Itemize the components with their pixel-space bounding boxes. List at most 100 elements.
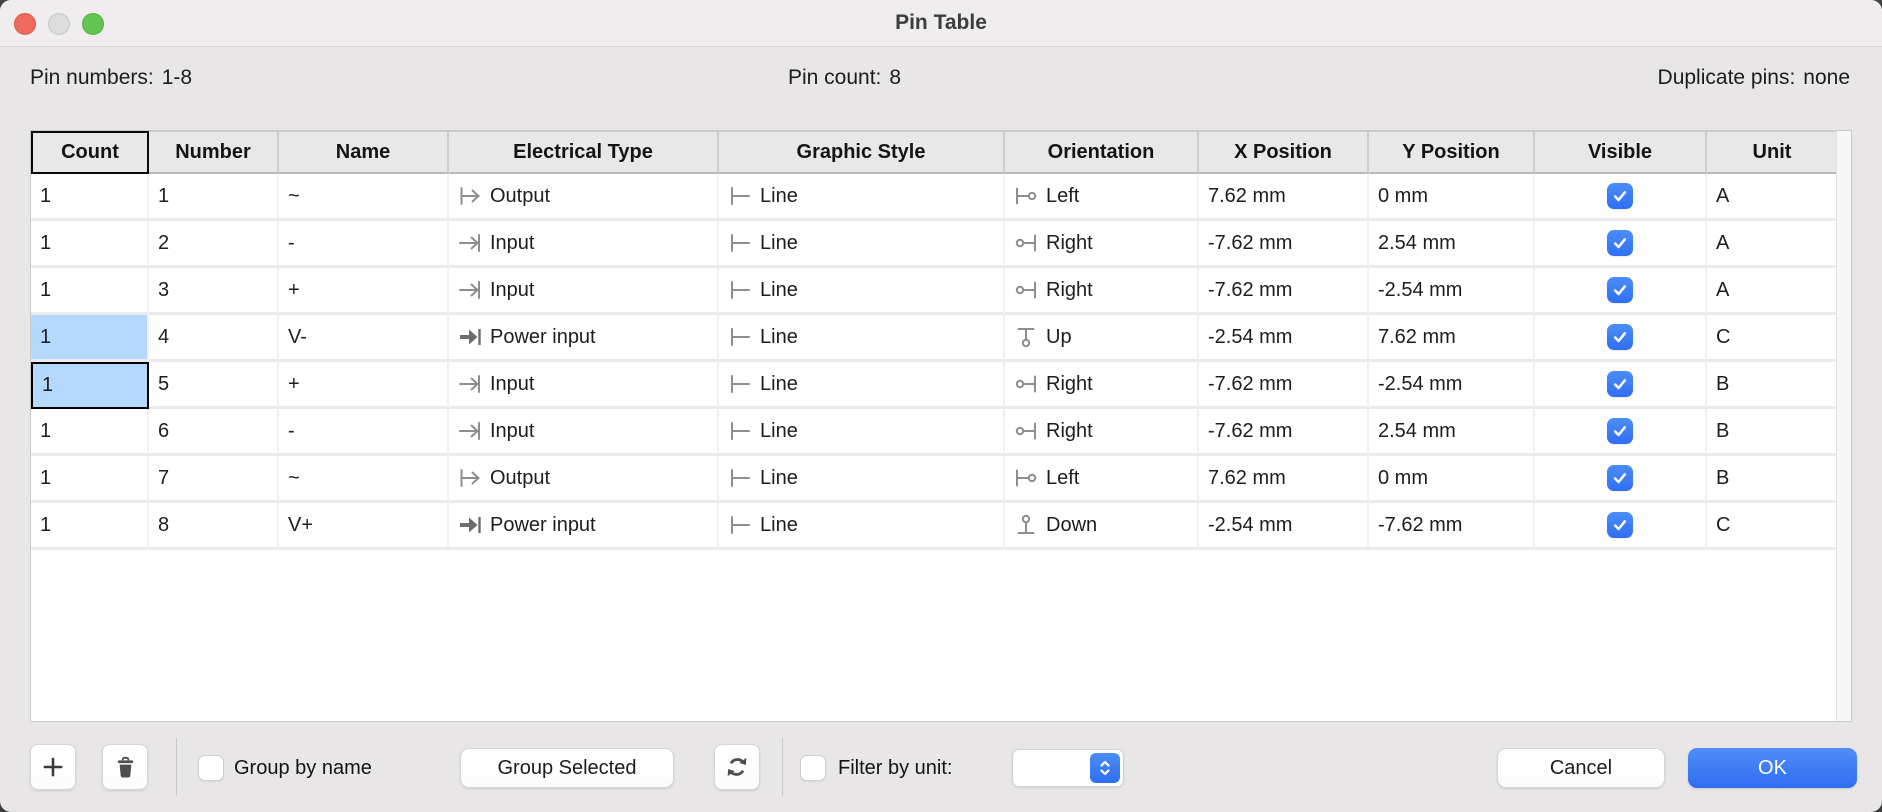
delete-pin-button[interactable] xyxy=(102,744,148,790)
visible-cell[interactable] xyxy=(1535,174,1707,221)
x-position-cell[interactable]: -7.62 mm xyxy=(1199,221,1369,268)
electrical-type-cell[interactable]: Output xyxy=(449,456,719,503)
visible-cell[interactable] xyxy=(1535,362,1707,409)
add-pin-button[interactable] xyxy=(30,744,76,790)
electrical-type-cell[interactable]: Input xyxy=(449,268,719,315)
group-by-name-checkbox[interactable] xyxy=(198,755,224,781)
number-cell[interactable]: 2 xyxy=(149,221,279,268)
y-position-cell[interactable]: 7.62 mm xyxy=(1369,315,1535,362)
number-cell[interactable]: 8 xyxy=(149,503,279,550)
number-cell[interactable]: 7 xyxy=(149,456,279,503)
graphic-style-cell[interactable]: Line xyxy=(719,409,1005,456)
count-cell[interactable]: 1 xyxy=(31,315,149,362)
visible-checkbox[interactable] xyxy=(1607,230,1633,256)
name-cell[interactable]: + xyxy=(279,362,449,409)
title-bar[interactable]: Pin Table xyxy=(0,0,1882,47)
group-selected-button[interactable]: Group Selected xyxy=(460,748,674,788)
number-cell[interactable]: 3 xyxy=(149,268,279,315)
unit-cell[interactable]: C xyxy=(1707,503,1839,550)
y-position-cell[interactable]: 2.54 mm xyxy=(1369,221,1535,268)
refresh-button[interactable] xyxy=(714,744,760,790)
graphic-style-cell[interactable]: Line xyxy=(719,221,1005,268)
number-cell[interactable]: 1 xyxy=(149,174,279,221)
graphic-style-cell[interactable]: Line xyxy=(719,503,1005,550)
number-cell[interactable]: 4 xyxy=(149,315,279,362)
column-header-graphic-style[interactable]: Graphic Style xyxy=(719,131,1005,174)
count-cell[interactable]: 1 xyxy=(31,174,149,221)
orientation-cell[interactable]: Left xyxy=(1005,456,1199,503)
unit-cell[interactable]: A xyxy=(1707,268,1839,315)
visible-checkbox[interactable] xyxy=(1607,277,1633,303)
visible-checkbox[interactable] xyxy=(1607,324,1633,350)
x-position-cell[interactable]: -7.62 mm xyxy=(1199,362,1369,409)
filter-by-unit-checkbox[interactable] xyxy=(800,755,826,781)
visible-cell[interactable] xyxy=(1535,221,1707,268)
visible-cell[interactable] xyxy=(1535,503,1707,550)
visible-checkbox[interactable] xyxy=(1607,418,1633,444)
unit-cell[interactable]: B xyxy=(1707,362,1839,409)
graphic-style-cell[interactable]: Line xyxy=(719,174,1005,221)
x-position-cell[interactable]: 7.62 mm xyxy=(1199,456,1369,503)
number-cell[interactable]: 5 xyxy=(149,362,279,409)
y-position-cell[interactable]: 0 mm xyxy=(1369,456,1535,503)
unit-filter-dropdown[interactable] xyxy=(1012,749,1124,787)
unit-cell[interactable]: C xyxy=(1707,315,1839,362)
count-cell[interactable]: 1 xyxy=(31,362,149,409)
visible-cell[interactable] xyxy=(1535,456,1707,503)
orientation-cell[interactable]: Left xyxy=(1005,174,1199,221)
x-position-cell[interactable]: -2.54 mm xyxy=(1199,315,1369,362)
name-cell[interactable]: V- xyxy=(279,315,449,362)
ok-button[interactable]: OK xyxy=(1688,748,1857,788)
filter-by-unit-label[interactable]: Filter by unit: xyxy=(838,757,952,780)
x-position-cell[interactable]: -7.62 mm xyxy=(1199,409,1369,456)
name-cell[interactable]: - xyxy=(279,409,449,456)
column-header-number[interactable]: Number xyxy=(149,131,279,174)
scrollbar-gutter[interactable] xyxy=(1836,131,1851,721)
visible-checkbox[interactable] xyxy=(1607,512,1633,538)
x-position-cell[interactable]: 7.62 mm xyxy=(1199,174,1369,221)
graphic-style-cell[interactable]: Line xyxy=(719,456,1005,503)
y-position-cell[interactable]: 0 mm xyxy=(1369,174,1535,221)
orientation-cell[interactable]: Right xyxy=(1005,268,1199,315)
cancel-button[interactable]: Cancel xyxy=(1497,748,1665,788)
name-cell[interactable]: ~ xyxy=(279,456,449,503)
column-header-unit[interactable]: Unit xyxy=(1707,131,1839,174)
graphic-style-cell[interactable]: Line xyxy=(719,362,1005,409)
column-header-visible[interactable]: Visible xyxy=(1535,131,1707,174)
visible-checkbox[interactable] xyxy=(1607,465,1633,491)
column-header-count[interactable]: Count xyxy=(31,131,149,174)
count-cell[interactable]: 1 xyxy=(31,409,149,456)
count-cell[interactable]: 1 xyxy=(31,456,149,503)
orientation-cell[interactable]: Right xyxy=(1005,362,1199,409)
electrical-type-cell[interactable]: Power input xyxy=(449,503,719,550)
electrical-type-cell[interactable]: Power input xyxy=(449,315,719,362)
count-cell[interactable]: 1 xyxy=(31,503,149,550)
visible-checkbox[interactable] xyxy=(1607,183,1633,209)
column-header-x-position[interactable]: X Position xyxy=(1199,131,1369,174)
name-cell[interactable]: ~ xyxy=(279,174,449,221)
y-position-cell[interactable]: -2.54 mm xyxy=(1369,268,1535,315)
name-cell[interactable]: V+ xyxy=(279,503,449,550)
number-cell[interactable]: 6 xyxy=(149,409,279,456)
unit-cell[interactable]: A xyxy=(1707,221,1839,268)
electrical-type-cell[interactable]: Input xyxy=(449,221,719,268)
group-by-name-label[interactable]: Group by name xyxy=(234,757,372,780)
y-position-cell[interactable]: 2.54 mm xyxy=(1369,409,1535,456)
electrical-type-cell[interactable]: Output xyxy=(449,174,719,221)
x-position-cell[interactable]: -2.54 mm xyxy=(1199,503,1369,550)
name-cell[interactable]: - xyxy=(279,221,449,268)
electrical-type-cell[interactable]: Input xyxy=(449,409,719,456)
column-header-electrical-type[interactable]: Electrical Type xyxy=(449,131,719,174)
graphic-style-cell[interactable]: Line xyxy=(719,268,1005,315)
unit-cell[interactable]: A xyxy=(1707,174,1839,221)
count-cell[interactable]: 1 xyxy=(31,268,149,315)
count-cell[interactable]: 1 xyxy=(31,221,149,268)
column-header-orientation[interactable]: Orientation xyxy=(1005,131,1199,174)
electrical-type-cell[interactable]: Input xyxy=(449,362,719,409)
visible-cell[interactable] xyxy=(1535,409,1707,456)
orientation-cell[interactable]: Up xyxy=(1005,315,1199,362)
visible-cell[interactable] xyxy=(1535,268,1707,315)
orientation-cell[interactable]: Right xyxy=(1005,409,1199,456)
y-position-cell[interactable]: -2.54 mm xyxy=(1369,362,1535,409)
column-header-y-position[interactable]: Y Position xyxy=(1369,131,1535,174)
